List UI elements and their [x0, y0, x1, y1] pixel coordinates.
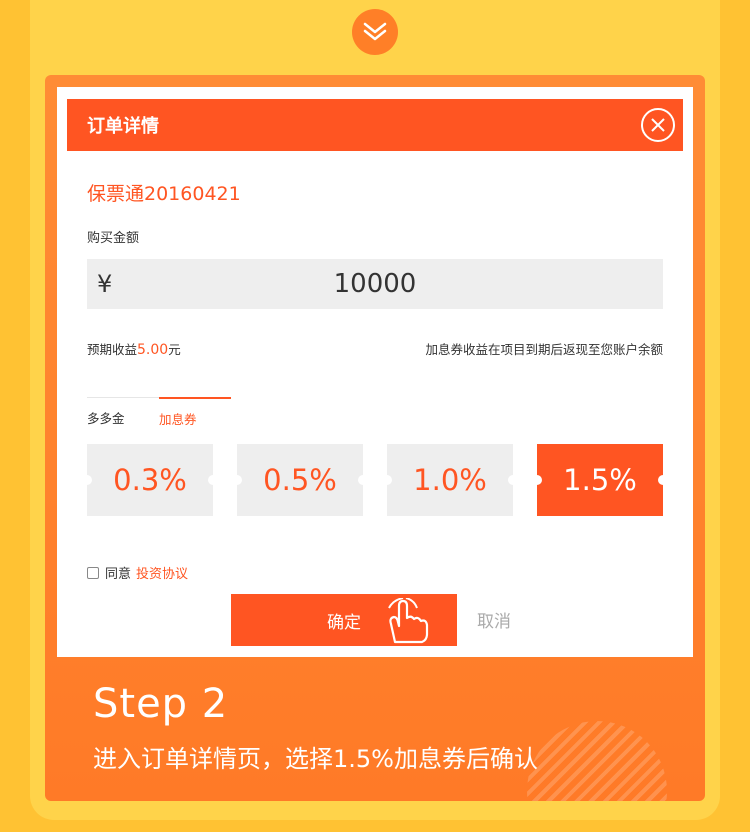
agreement-row: 同意 投资协议 — [87, 563, 188, 582]
tab-interest-coupon[interactable]: 加息券 — [159, 397, 231, 438]
coupon-option[interactable]: 0.5% — [232, 441, 368, 516]
coupon-tabs: 多多金 加息券 — [87, 397, 259, 438]
coupon-option[interactable]: 0.3% — [82, 441, 218, 516]
step-description: 进入订单详情页，选择1.5%加息券后确认 — [93, 745, 538, 773]
modal-title: 订单详情 — [87, 116, 159, 137]
confirm-label: 确定 — [327, 612, 361, 633]
coupon-list: 0.3% 0.5% 1.0% 1.5% — [82, 441, 668, 516]
confirm-button[interactable]: 确定 — [231, 594, 457, 646]
expected-income-unit: 元 — [168, 342, 181, 357]
coupon-rate: 1.5% — [563, 463, 637, 497]
chevron-double-down-icon — [363, 22, 387, 41]
tab-duoduojin[interactable]: 多多金 — [87, 397, 159, 438]
currency-symbol: ¥ — [97, 270, 113, 298]
amount-input[interactable]: ¥ 10000 — [87, 259, 663, 309]
step-title: Step 2 — [93, 681, 229, 727]
agree-text: 同意 — [105, 567, 132, 582]
modal-header: 订单详情 — [67, 99, 683, 151]
coupon-rate: 0.3% — [113, 463, 187, 497]
coupon-rate: 0.5% — [263, 463, 337, 497]
expected-income-value: 5.00 — [137, 342, 169, 358]
coupon-note: 加息券收益在项目到期后返现至您账户余额 — [425, 342, 663, 357]
cancel-button[interactable]: 取消 — [477, 607, 511, 632]
hand-pointer-icon — [388, 598, 429, 644]
amount-label: 购买金额 — [87, 231, 140, 246]
product-name: 保票通20160421 — [87, 183, 241, 205]
step-card: 订单详情 保票通20160421 购买金额 ¥ 10000 预期收益5.00元 … — [45, 75, 705, 801]
expected-income-row: 预期收益5.00元 加息券收益在项目到期后返现至您账户余额 — [87, 339, 663, 358]
amount-value: 10000 — [333, 269, 417, 299]
coupon-option-selected[interactable]: 1.5% — [532, 441, 668, 516]
close-icon[interactable] — [641, 108, 675, 142]
agree-checkbox[interactable] — [87, 566, 99, 579]
decorative-stripes — [527, 721, 667, 801]
expected-income-label: 预期收益 — [87, 342, 138, 357]
order-detail-screen: 订单详情 保票通20160421 购买金额 ¥ 10000 预期收益5.00元 … — [57, 87, 693, 657]
agreement-link[interactable]: 投资协议 — [136, 563, 188, 582]
scroll-down-indicator[interactable] — [352, 9, 398, 55]
coupon-option[interactable]: 1.0% — [382, 441, 518, 516]
coupon-rate: 1.0% — [413, 463, 487, 497]
expected-income: 预期收益5.00元 — [87, 339, 181, 358]
